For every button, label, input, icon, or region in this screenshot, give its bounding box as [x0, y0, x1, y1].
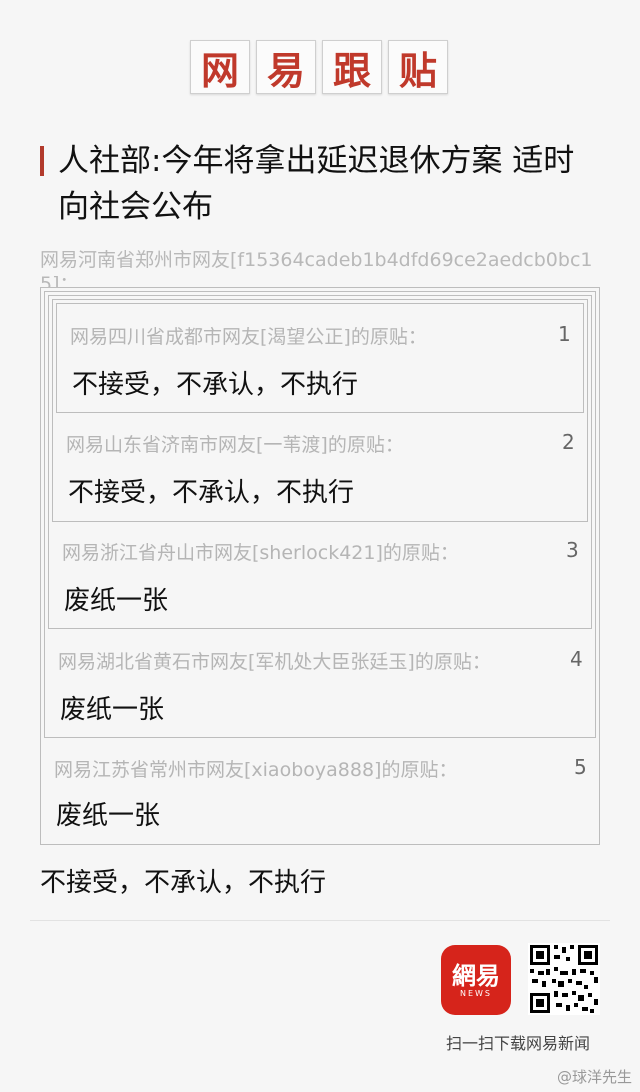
reply-meta: 网易浙江省舟山市网友[sherlock421]的原贴： — [62, 542, 459, 564]
floor-number: 5 — [574, 755, 587, 779]
brand-char: 易 — [256, 40, 316, 94]
qr-code-graphic — [528, 943, 600, 1015]
brand-title: 网 易 跟 贴 — [190, 40, 448, 94]
reply-meta: 网易湖北省黄石市网友[军机处大臣张廷玉]的原贴： — [58, 651, 491, 673]
reply-content: 不接受，不承认，不执行 — [68, 478, 355, 508]
reply-meta: 网易四川省成都市网友[渴望公正]的原贴： — [70, 326, 427, 348]
watermark: @球洋先生 — [556, 1068, 632, 1086]
floor-number: 4 — [570, 647, 583, 671]
download-app-text[interactable]: 扫一扫下载网易新闻 — [446, 1030, 590, 1054]
app-logo-subtext: NEWS — [459, 988, 493, 998]
headline-accent-bar — [40, 146, 44, 176]
reply-content: 废纸一张 — [64, 586, 169, 616]
floor-number: 2 — [562, 430, 575, 454]
netease-news-logo[interactable]: 網易 NEWS — [441, 945, 511, 1015]
reply-meta: 网易江苏省常州市网友[xiaoboya888]的原贴： — [54, 759, 458, 781]
reply-content: 废纸一张 — [60, 695, 165, 725]
divider — [30, 920, 610, 921]
reply-content: 废纸一张 — [56, 801, 161, 831]
floor-number: 1 — [558, 322, 571, 346]
qr-code-icon[interactable] — [528, 943, 600, 1015]
brand-char: 跟 — [322, 40, 382, 94]
brand-char: 网 — [190, 40, 250, 94]
reply-content: 不接受，不承认，不执行 — [72, 370, 359, 400]
app-logo-text: 網易 — [452, 960, 500, 990]
brand-char: 贴 — [388, 40, 448, 94]
reply-meta: 网易山东省济南市网友[一苇渡]的原贴： — [66, 434, 404, 456]
final-comment: 不接受，不承认，不执行 — [40, 868, 327, 898]
floor-number: 3 — [566, 538, 579, 562]
news-headline[interactable]: 人社部:今年将拿出延迟退休方案 适时向社会公布 — [58, 138, 598, 230]
